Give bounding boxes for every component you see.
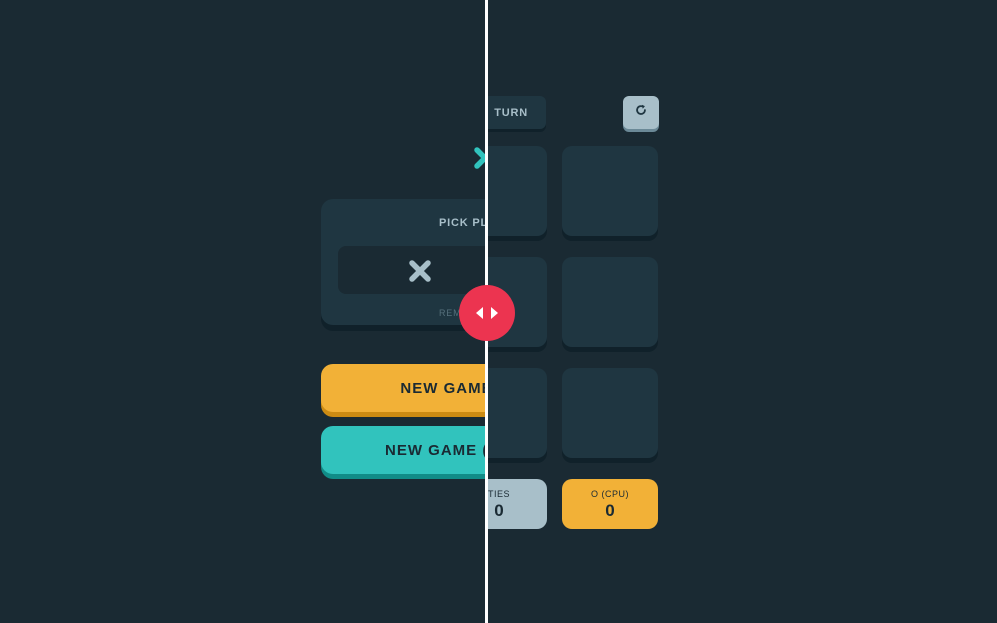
board-cell-7[interactable] — [488, 368, 547, 458]
o-score-label: O (CPU) — [591, 489, 629, 499]
mark-toggle[interactable] — [338, 246, 485, 294]
restart-icon — [634, 103, 648, 122]
board-cell-5[interactable] — [562, 257, 658, 347]
pick-mark-title: PICK PLAYER 1'S MARK — [439, 217, 485, 229]
ties-value: 0 — [494, 501, 504, 520]
x-mark-icon[interactable] — [408, 259, 432, 288]
game-board-view: TURN TIES 0 O (CPU) 0 — [488, 0, 997, 623]
comparison-slider-handle[interactable] — [459, 285, 515, 341]
home-screen-view: PICK PLAYER 1'S MARK REMEMBER : X GOES F… — [0, 0, 485, 623]
board-cell-2[interactable] — [562, 146, 658, 236]
ties-label: TIES — [488, 489, 510, 499]
ties-score-box: TIES 0 — [488, 479, 547, 529]
new-game-player-button[interactable]: NEW GAME (VS PLAYER) — [321, 426, 485, 474]
o-score-value: 0 — [605, 501, 615, 520]
board-cell-8[interactable] — [562, 368, 658, 458]
arrow-left-icon — [476, 307, 483, 319]
new-game-cpu-button[interactable]: NEW GAME (VS CPU) — [321, 364, 485, 412]
new-game-player-label: NEW GAME (VS PLAYER) — [385, 441, 485, 459]
x-logo-icon — [473, 146, 485, 175]
o-score-box: O (CPU) 0 — [562, 479, 658, 529]
new-game-cpu-label: NEW GAME (VS CPU) — [400, 379, 485, 397]
turn-label: TURN — [494, 106, 528, 119]
restart-button[interactable] — [623, 96, 659, 129]
board-cell-1[interactable] — [488, 146, 547, 236]
arrow-right-icon — [491, 307, 498, 319]
turn-indicator: TURN — [488, 96, 546, 129]
